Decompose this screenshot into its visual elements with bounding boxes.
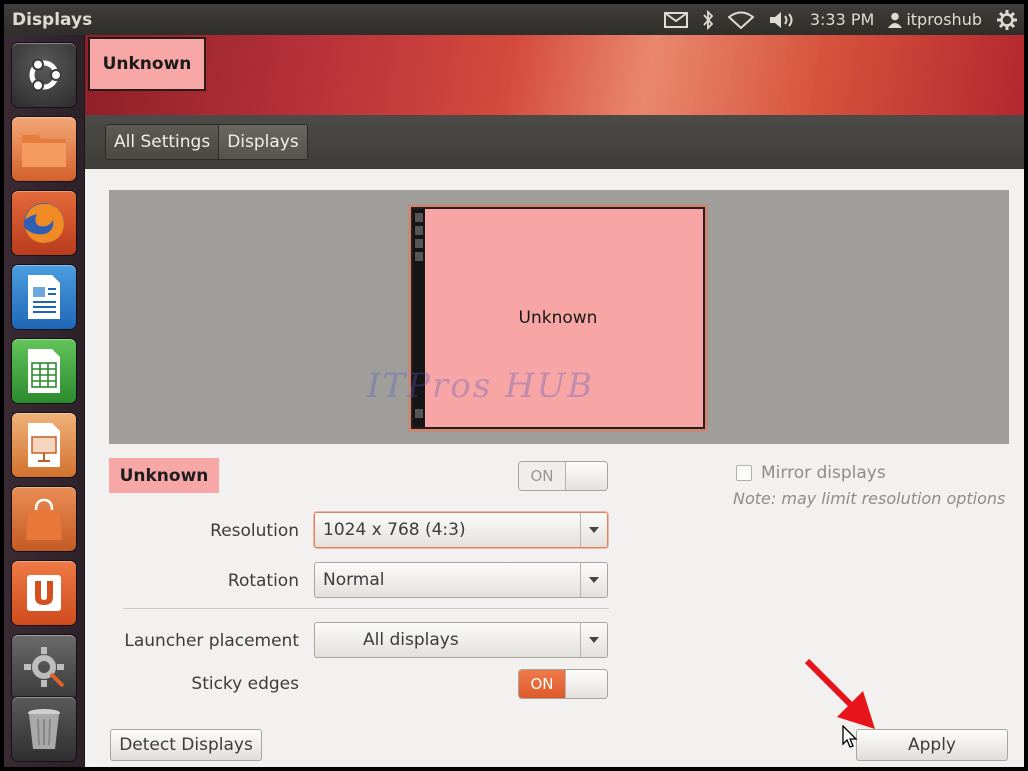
spreadsheet-icon	[28, 349, 60, 393]
files-launcher-button[interactable]	[12, 117, 76, 181]
launcher	[4, 35, 85, 767]
bluetooth-icon[interactable]	[702, 9, 714, 30]
panel-clock[interactable]: 3:33 PM	[810, 10, 874, 29]
user-name: itproshub	[906, 10, 982, 29]
volume-icon[interactable]	[768, 11, 796, 29]
document-icon	[28, 275, 60, 319]
header-display-label: Unknown	[88, 37, 206, 91]
trash-icon	[28, 709, 60, 749]
detect-displays-button[interactable]: Detect Displays	[110, 729, 262, 761]
firefox-icon	[24, 203, 64, 243]
chevron-down-icon	[580, 623, 607, 657]
folder-icon	[22, 135, 66, 167]
ubuntu-one-launcher-button[interactable]	[12, 561, 76, 625]
resolution-value: 1024 x 768 (4:3)	[323, 520, 466, 540]
sticky-edges-switch-label: ON	[519, 670, 565, 698]
rotation-dropdown[interactable]: Normal	[314, 562, 608, 598]
screen: Displays 3:33 PM itproshub Unknown All S…	[4, 4, 1024, 767]
ubuntu-one-icon	[27, 575, 61, 611]
chevron-down-icon	[580, 513, 607, 547]
shopping-bag-icon	[26, 498, 62, 540]
system-settings-launcher-button[interactable]	[12, 635, 76, 699]
mirror-displays-checkbox[interactable]	[736, 465, 752, 481]
annotation-arrow-icon	[804, 658, 875, 729]
launcher-placement-label: Launcher placement	[124, 631, 299, 651]
user-icon	[888, 12, 903, 28]
wifi-icon[interactable]	[727, 11, 754, 29]
window-title: Displays	[12, 10, 93, 30]
mouse-cursor-icon	[842, 725, 858, 748]
libreoffice-writer-launcher-button[interactable]	[12, 265, 76, 329]
presentation-icon	[28, 423, 60, 467]
chevron-down-icon	[580, 563, 607, 597]
display-power-switch-label: ON	[519, 462, 565, 490]
launcher-placement-dropdown[interactable]: All displays	[314, 622, 608, 658]
libreoffice-impress-launcher-button[interactable]	[12, 413, 76, 477]
resolution-dropdown[interactable]: 1024 x 768 (4:3)	[314, 512, 608, 548]
apply-button[interactable]: Apply	[856, 729, 1008, 761]
libreoffice-calc-launcher-button[interactable]	[12, 339, 76, 403]
settings-gear-icon	[24, 647, 65, 688]
header-banner: Unknown	[85, 35, 1024, 115]
software-center-launcher-button[interactable]	[12, 487, 76, 551]
displays-window: Unknown All Settings Displays Unknown IT…	[85, 35, 1024, 767]
ubuntu-dash-button[interactable]	[12, 43, 76, 107]
display-arrangement-preview: Unknown ITPros HUB	[109, 190, 1009, 444]
monitor-label: Unknown	[518, 308, 598, 328]
mail-icon[interactable]	[663, 11, 688, 28]
breadcrumb-displays[interactable]: Displays	[219, 125, 307, 159]
trash-launcher-button[interactable]	[12, 697, 76, 761]
firefox-launcher-button[interactable]	[12, 191, 76, 255]
mirror-displays-label: Mirror displays	[761, 463, 886, 483]
user-menu[interactable]: itproshub	[888, 10, 982, 29]
ubuntu-logo-icon	[29, 58, 62, 92]
watermark: ITPros HUB	[367, 366, 595, 406]
display-name-label: Unknown	[109, 458, 219, 493]
display-power-switch[interactable]: ON	[518, 461, 608, 491]
breadcrumb: All Settings Displays	[85, 115, 1024, 169]
breadcrumb-all-settings[interactable]: All Settings	[106, 125, 220, 159]
separator	[123, 608, 609, 609]
rotation-label: Rotation	[227, 571, 299, 591]
gear-icon[interactable]	[996, 9, 1018, 31]
top-panel: Displays 3:33 PM itproshub	[4, 4, 1024, 35]
system-tray: 3:33 PM itproshub	[663, 4, 1018, 35]
sticky-edges-label: Sticky edges	[191, 674, 299, 694]
resolution-label: Resolution	[210, 521, 299, 541]
rotation-value: Normal	[323, 570, 385, 590]
launcher-placement-value: All displays	[363, 630, 459, 650]
sticky-edges-switch-knob	[565, 670, 607, 698]
display-power-switch-knob	[565, 462, 607, 490]
mirror-displays-note: Note: may limit resolution options	[733, 489, 1006, 508]
sticky-edges-switch[interactable]: ON	[518, 669, 608, 699]
